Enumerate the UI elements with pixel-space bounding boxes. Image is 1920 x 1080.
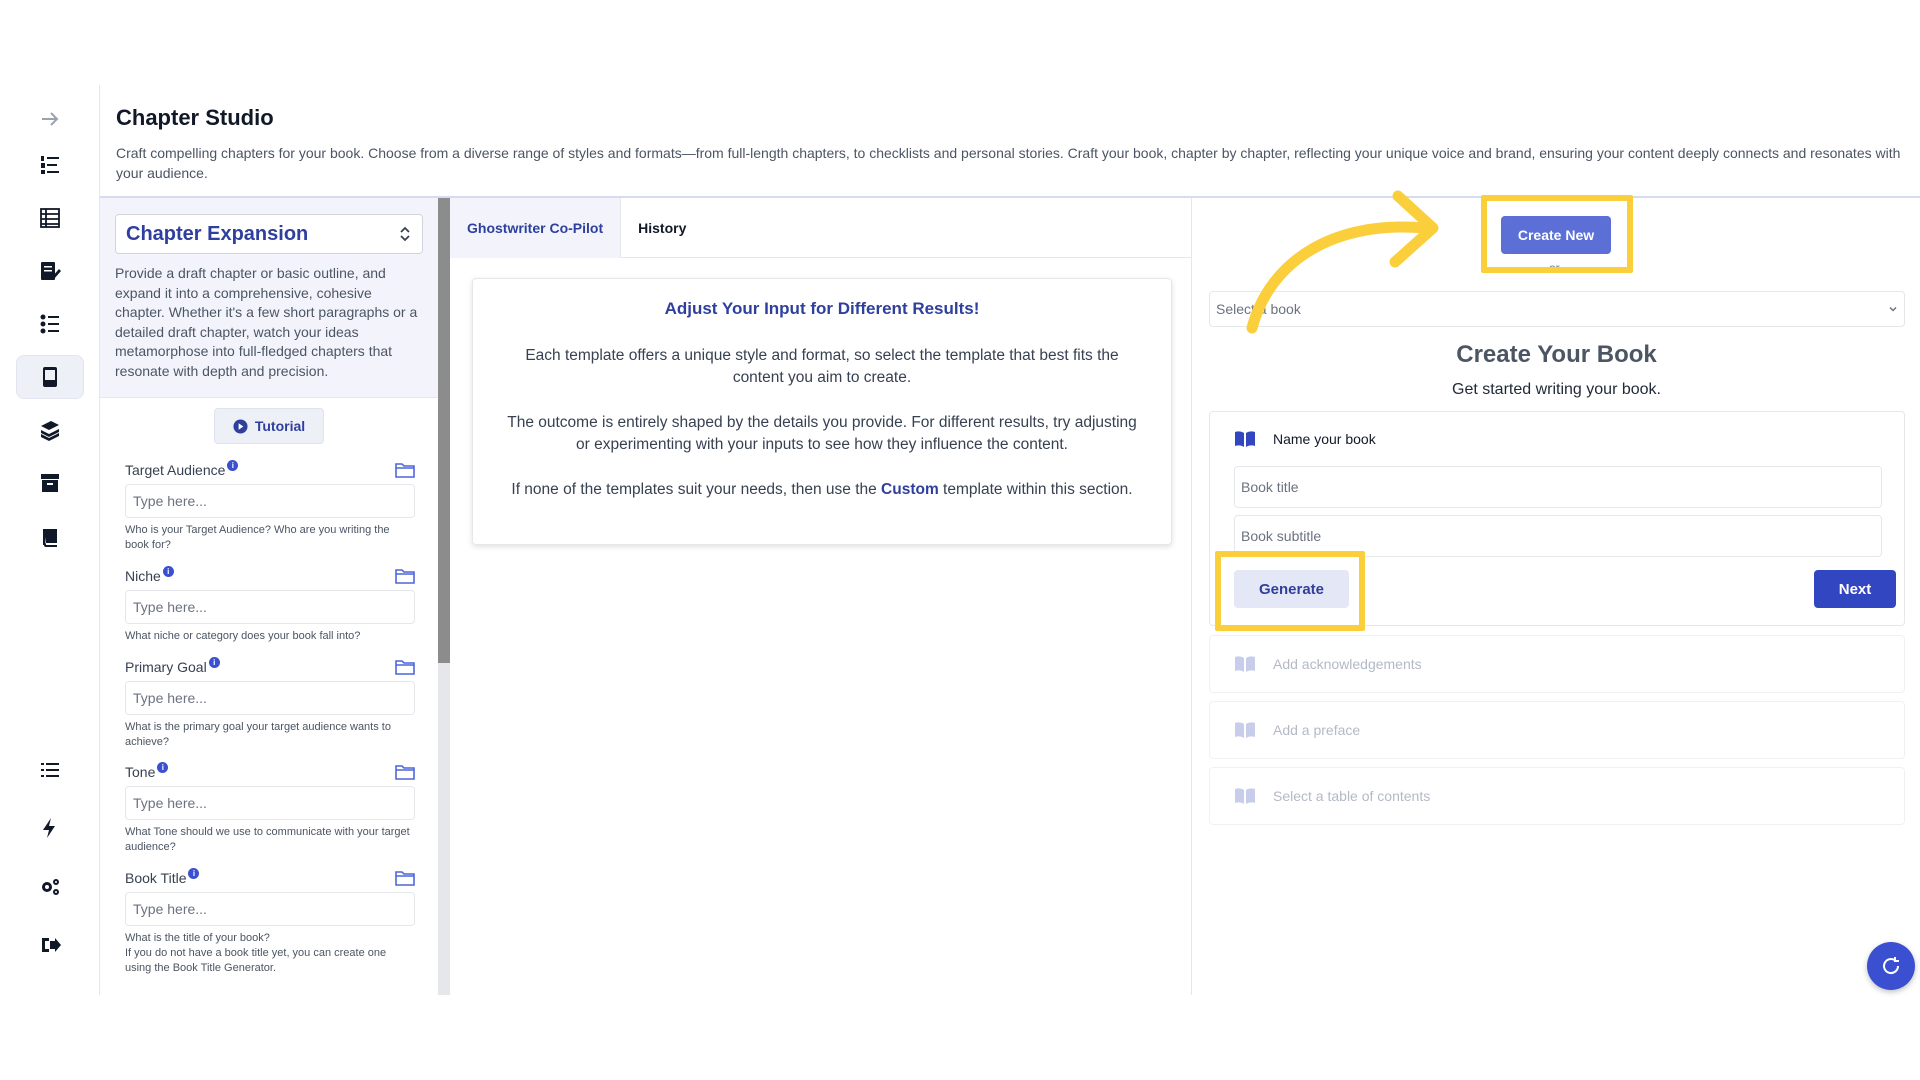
open-book-icon	[1235, 722, 1255, 738]
generate-button[interactable]: Generate	[1234, 570, 1349, 608]
field-book-title: Book Titlei What is the title of your bo…	[125, 868, 415, 976]
tab-bar: Ghostwriter Co-Pilot History	[450, 198, 1192, 258]
gears-icon[interactable]	[16, 865, 84, 909]
refresh-icon	[1883, 957, 1900, 975]
folder-icon[interactable]	[395, 659, 415, 675]
folder-icon[interactable]	[395, 764, 415, 780]
archive-icon[interactable]	[16, 461, 84, 505]
info-icon[interactable]: i	[208, 657, 220, 668]
list-icon[interactable]	[16, 748, 84, 792]
folder-icon[interactable]	[395, 568, 415, 584]
field-help: Who is your Target Audience? Who are you…	[125, 524, 390, 551]
template-form-panel: Chapter Expansion Provide a draft chapte…	[100, 198, 438, 995]
tab-history[interactable]: History	[621, 198, 703, 258]
icon-rail	[0, 85, 100, 995]
page-description: Craft compelling chapters for your book.…	[116, 145, 1901, 181]
sign-out-icon[interactable]	[16, 923, 84, 967]
books-stack-icon[interactable]	[16, 408, 84, 452]
or-separator: or	[1549, 261, 1560, 275]
primary-goal-input[interactable]	[125, 681, 415, 715]
field-target-audience: Target Audiencei Who is your Target Audi…	[125, 460, 415, 553]
book-device-icon[interactable]	[16, 355, 84, 399]
tips-paragraph: If none of the templates suit your needs…	[511, 481, 1133, 498]
step-label: Add acknowledgements	[1273, 656, 1422, 672]
play-circle-icon	[233, 418, 248, 434]
edit-document-icon[interactable]	[16, 249, 84, 293]
step-label: Name your book	[1273, 431, 1376, 447]
field-tone: Tonei What Tone should we use to communi…	[125, 762, 415, 855]
create-new-button[interactable]: Create New	[1501, 216, 1611, 254]
field-primary-goal: Primary Goali What is the primary goal y…	[125, 657, 415, 750]
table-list-icon[interactable]	[16, 196, 84, 240]
book-title-input[interactable]	[125, 892, 415, 926]
create-book-title: Create Your Book	[1456, 341, 1657, 368]
folder-icon[interactable]	[395, 462, 415, 478]
page-title: Chapter Studio	[116, 105, 274, 130]
field-help: What Tone should we use to communicate w…	[125, 826, 410, 853]
info-icon[interactable]: i	[227, 460, 239, 471]
field-label: Tone	[125, 764, 156, 780]
open-book-icon	[1235, 656, 1255, 672]
folder-icon[interactable]	[395, 870, 415, 886]
chat-support-button[interactable]	[1867, 942, 1915, 990]
arrow-right-icon[interactable]	[16, 97, 84, 141]
chevron-up-down-icon	[400, 226, 410, 242]
book-icon[interactable]	[16, 515, 84, 559]
tips-card: Adjust Your Input for Different Results!…	[472, 278, 1172, 545]
step-table-of-contents[interactable]: Select a table of contents	[1209, 767, 1905, 825]
scrollbar-thumb[interactable]	[438, 198, 450, 663]
template-select[interactable]: Chapter Expansion	[115, 214, 423, 254]
target-audience-input[interactable]	[125, 484, 415, 518]
info-icon[interactable]: i	[188, 868, 200, 879]
field-niche: Nichei What niche or category does your …	[125, 566, 415, 644]
field-help: What niche or category does your book fa…	[125, 630, 361, 642]
info-icon[interactable]: i	[157, 762, 169, 773]
template-info: Chapter Expansion Provide a draft chapte…	[100, 198, 438, 398]
tips-paragraph: The outcome is entirely shaped by the de…	[507, 414, 1137, 453]
form-scrollbar[interactable]	[438, 198, 450, 995]
info-icon[interactable]: i	[162, 566, 174, 577]
next-button[interactable]: Next	[1814, 570, 1896, 608]
checklist-icon[interactable]	[16, 302, 84, 346]
niche-input[interactable]	[125, 590, 415, 624]
open-book-icon	[1235, 788, 1255, 804]
tutorial-label: Tutorial	[254, 418, 306, 434]
copilot-panel: Ghostwriter Co-Pilot History Adjust Your…	[450, 198, 1192, 995]
field-help: What is the primary goal your target aud…	[125, 721, 391, 748]
field-label: Primary Goal	[125, 659, 207, 675]
numbered-list-icon[interactable]	[16, 143, 84, 187]
book-select-value: Select a book	[1216, 301, 1301, 317]
tab-ghostwriter-copilot[interactable]: Ghostwriter Co-Pilot	[450, 198, 622, 258]
book-subtitle-field[interactable]	[1234, 515, 1882, 557]
field-label: Target Audience	[125, 462, 226, 478]
custom-template-link[interactable]: Custom	[881, 481, 939, 498]
chevron-down-icon	[1889, 306, 1897, 312]
step-label: Add a preface	[1273, 722, 1361, 738]
open-book-icon	[1235, 431, 1255, 447]
step-acknowledgements[interactable]: Add acknowledgements	[1209, 635, 1905, 693]
book-select[interactable]: Select a book	[1209, 291, 1905, 327]
step-label: Select a table of contents	[1273, 788, 1431, 804]
step-preface[interactable]: Add a preface	[1209, 701, 1905, 759]
field-help: What is the title of your book? If you d…	[125, 932, 387, 974]
template-select-value: Chapter Expansion	[126, 222, 309, 245]
field-label: Book Title	[125, 870, 187, 886]
tone-input[interactable]	[125, 786, 415, 820]
bolt-icon[interactable]	[16, 806, 84, 850]
create-book-subtitle: Get started writing your book.	[1452, 381, 1661, 398]
template-description: Provide a draft chapter or basic outline…	[115, 265, 418, 379]
book-title-field[interactable]	[1234, 466, 1882, 508]
tips-paragraph: Each template offers a unique style and …	[525, 347, 1119, 386]
book-panel: Create New or Select a book Create Your …	[1193, 198, 1920, 995]
tutorial-button[interactable]: Tutorial	[214, 408, 324, 444]
field-label: Niche	[125, 568, 161, 584]
tips-title: Adjust Your Input for Different Results!	[664, 299, 980, 318]
step-name-book: Name your book Generate Next	[1209, 411, 1905, 626]
page-header: Chapter Studio Craft compelling chapters…	[100, 85, 1920, 198]
